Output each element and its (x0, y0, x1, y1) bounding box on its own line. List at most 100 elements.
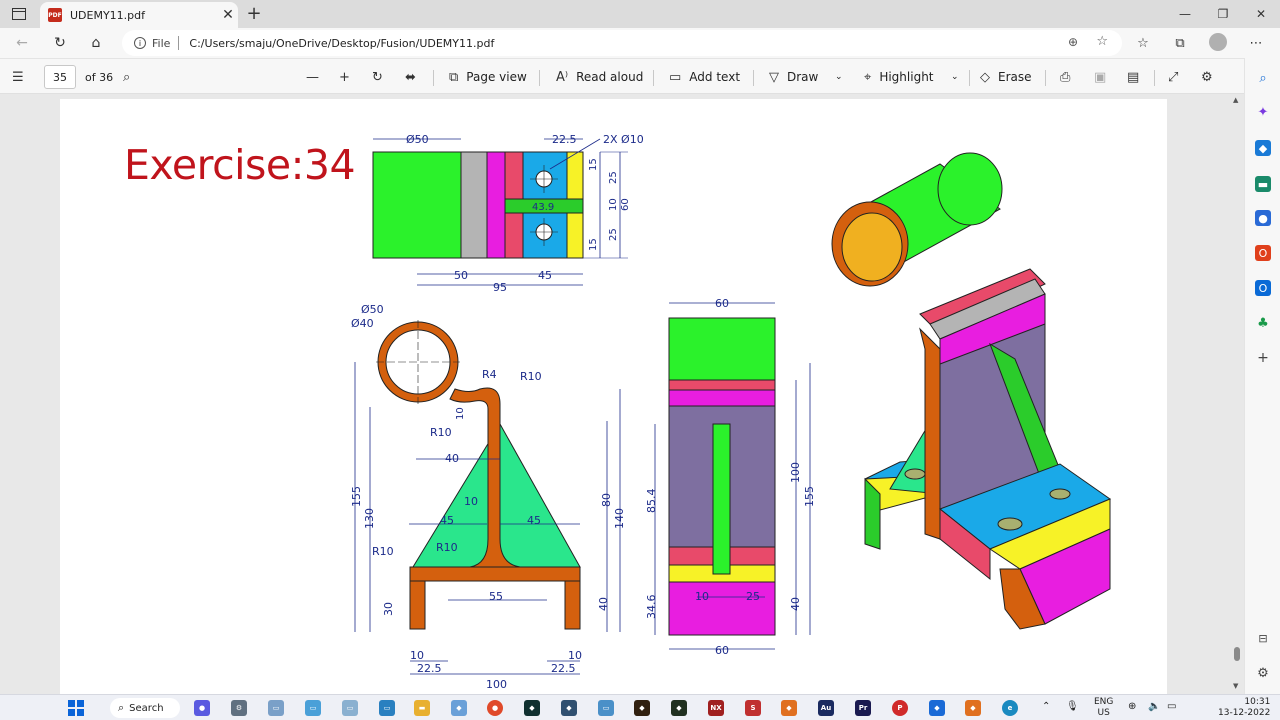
read-aloud-icon: A⁾ (556, 69, 569, 85)
scroll-up-icon[interactable]: ▲ (1233, 96, 1238, 104)
app-icon-15[interactable]: ◆ (929, 700, 945, 716)
dim-side-10: 10 (695, 590, 709, 603)
dim-front-r10d: R10 (436, 541, 458, 554)
find-icon[interactable]: ⌕ (123, 67, 138, 87)
rotate-icon[interactable]: ↻ (372, 67, 391, 87)
chat-icon[interactable]: ● (194, 700, 210, 716)
info-icon[interactable]: i (134, 37, 146, 49)
app-icon-10[interactable]: ◆ (671, 700, 687, 716)
close-tab-icon[interactable]: ✕ (218, 5, 238, 25)
app-icon-3[interactable]: ▭ (342, 700, 358, 716)
scroll-down-icon[interactable]: ▼ (1233, 682, 1238, 690)
highlight-button[interactable]: ⌖ Highlight (864, 67, 934, 87)
add-favorite-icon[interactable]: ☆ (1096, 34, 1108, 49)
draw-options-chevron-icon[interactable]: ⌄ (835, 67, 843, 87)
app-icon-6[interactable]: ◆ (524, 700, 540, 716)
audition-icon[interactable]: Au (818, 700, 834, 716)
office-icon[interactable]: O (1255, 245, 1271, 261)
app-icon-1[interactable]: ▭ (268, 700, 284, 716)
add-text-button[interactable]: ▭ Add text (669, 67, 740, 87)
more-options-icon[interactable]: ⋯ (1245, 33, 1267, 53)
pdf-icon: PDF (48, 8, 62, 22)
app-icon-12[interactable]: S (745, 700, 761, 716)
battery-icon[interactable]: ▭ (1167, 701, 1176, 712)
games-icon[interactable]: ● (1255, 210, 1271, 226)
vertical-scrollbar[interactable]: ▲ ▼ (1231, 94, 1243, 694)
app-icon-14[interactable]: P (892, 700, 908, 716)
microphone-icon[interactable]: 🎙 (1066, 701, 1079, 712)
show-hidden-icons-chevron-icon[interactable]: ⌃ (1042, 701, 1050, 712)
start-button-icon[interactable] (68, 700, 84, 716)
zoom-in-icon[interactable]: + (339, 67, 358, 87)
page-view-button[interactable]: ⧉ Page view (449, 67, 527, 87)
app-icon-11[interactable]: NX (708, 700, 724, 716)
refresh-icon[interactable]: ↻ (48, 32, 72, 54)
edge-icon[interactable]: e (1002, 700, 1018, 716)
chrome-icon[interactable]: ● (487, 700, 503, 716)
tools-briefcase-icon[interactable]: ▬ (1255, 176, 1271, 192)
sidebar-layout-icon[interactable]: ⊟ (1255, 630, 1271, 646)
premiere-icon[interactable]: Pr (855, 700, 871, 716)
settings-gear-icon[interactable]: ⚙ (1201, 67, 1221, 87)
zoom-out-icon[interactable]: — (306, 67, 327, 87)
home-icon[interactable]: ⌂ (84, 32, 108, 54)
dim-side-60a: 60 (715, 297, 729, 310)
zoom-icon[interactable]: ⊕ (1068, 35, 1078, 49)
print-icon[interactable]: ⎙ (1060, 67, 1078, 87)
network-icon[interactable]: ⊕ (1128, 701, 1136, 712)
language-indicator[interactable]: ENG US (1094, 697, 1113, 719)
collections-icon[interactable]: ⧉ (1169, 33, 1191, 53)
outlook-icon[interactable]: O (1255, 280, 1271, 296)
volume-icon[interactable]: 🔈 (1148, 701, 1160, 712)
draw-button[interactable]: ▽ Draw (769, 67, 818, 87)
scrollbar-thumb[interactable] (1234, 647, 1240, 661)
address-bar[interactable]: i File C:/Users/smaju/OneDrive/Desktop/F… (122, 30, 1122, 56)
sidebar-settings-gear-icon[interactable]: ⚙ (1255, 665, 1271, 681)
browser-tab[interactable]: PDF UDEMY11.pdf ✕ (40, 2, 238, 28)
shopping-tag-icon[interactable]: ◆ (1255, 140, 1271, 156)
address-bar-row: ← ↻ ⌂ i File C:/Users/smaju/OneDrive/Des… (0, 28, 1280, 58)
save-icon[interactable]: ▣ (1094, 67, 1114, 87)
dim-top-95: 95 (493, 281, 507, 294)
dim-side-40: 40 (789, 597, 802, 611)
tab-actions-icon[interactable] (10, 6, 28, 22)
highlight-options-chevron-icon[interactable]: ⌄ (951, 67, 959, 87)
taskbar-search[interactable]: ⌕ Search (110, 698, 180, 718)
favorites-icon[interactable]: ☆ (1132, 33, 1154, 53)
edge-sidebar: ⌕ ✦ ◆ ▬ ● O O ♣ + ⊟ ⚙ (1244, 58, 1280, 694)
app-icon-8[interactable]: ▭ (598, 700, 614, 716)
page-number-input[interactable]: 35 (44, 65, 76, 89)
taskbar-clock[interactable]: 10:31 13-12-2022 (1218, 697, 1270, 719)
new-tab-icon[interactable]: + (244, 3, 264, 24)
app-icon-7[interactable]: ◆ (561, 700, 577, 716)
pdf-viewer[interactable]: Exercise:34 Ø50 22.5 2X Ø10 15 25 10 60 … (0, 94, 1244, 694)
fullscreen-icon[interactable]: ⤢ (1168, 67, 1186, 87)
profile-avatar[interactable] (1209, 33, 1227, 51)
url-scheme: File (152, 36, 171, 50)
tree-icon[interactable]: ♣ (1255, 315, 1271, 331)
save-as-icon[interactable]: ▤ (1127, 67, 1147, 87)
clock-date: 13-12-2022 (1218, 708, 1271, 718)
fit-width-icon[interactable]: ⬌ (405, 67, 424, 87)
app-icon-16[interactable]: ◆ (965, 700, 981, 716)
app-icon-4[interactable]: ▭ (379, 700, 395, 716)
search-icon: ⌕ (118, 701, 125, 714)
settings-gear-icon[interactable]: ⚙ (231, 700, 247, 716)
read-aloud-button[interactable]: A⁾ Read aloud (556, 67, 643, 87)
erase-button[interactable]: ◇ Erase (980, 67, 1032, 87)
file-explorer-icon[interactable]: ▬ (414, 700, 430, 716)
app-icon-2[interactable]: ▭ (305, 700, 321, 716)
restore-icon[interactable]: ❐ (1204, 0, 1242, 28)
add-sidebar-app-icon[interactable]: + (1255, 350, 1271, 366)
close-window-icon[interactable]: ✕ (1242, 0, 1280, 28)
minimize-icon[interactable]: — (1166, 0, 1204, 28)
copilot-sparkle-icon[interactable]: ✦ (1255, 104, 1271, 120)
contents-icon[interactable]: ☰ (12, 67, 32, 87)
back-icon[interactable]: ← (10, 32, 34, 54)
url-text: C:/Users/smaju/OneDrive/Desktop/Fusion/U… (189, 36, 495, 50)
app-icon-9[interactable]: ◆ (634, 700, 650, 716)
search-icon[interactable]: ⌕ (1255, 70, 1271, 86)
app-icon-13[interactable]: ◆ (781, 700, 797, 716)
app-icon-5[interactable]: ◆ (451, 700, 467, 716)
windows-taskbar: ⌕ Search ● ⚙ ▭ ▭ ▭ ▭ ▬ ◆ ● ◆ ◆ ▭ ◆ ◆ NX S… (0, 694, 1280, 720)
